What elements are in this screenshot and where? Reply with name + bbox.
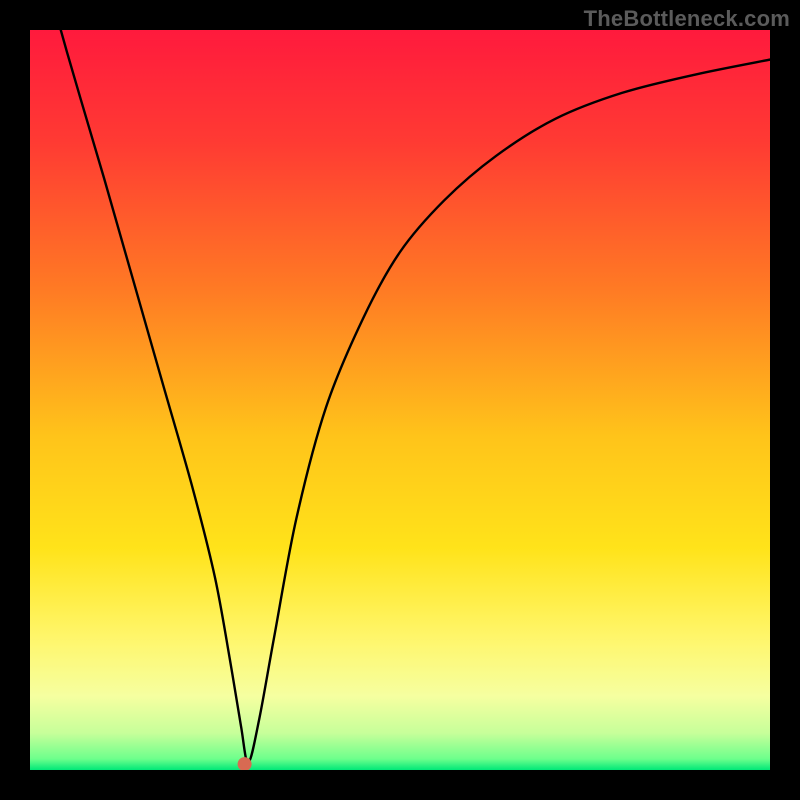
gradient-background: [30, 30, 770, 770]
chart-svg: [30, 30, 770, 770]
plot-area: [30, 30, 770, 770]
chart-frame: TheBottleneck.com: [0, 0, 800, 800]
attribution-label: TheBottleneck.com: [584, 6, 790, 32]
